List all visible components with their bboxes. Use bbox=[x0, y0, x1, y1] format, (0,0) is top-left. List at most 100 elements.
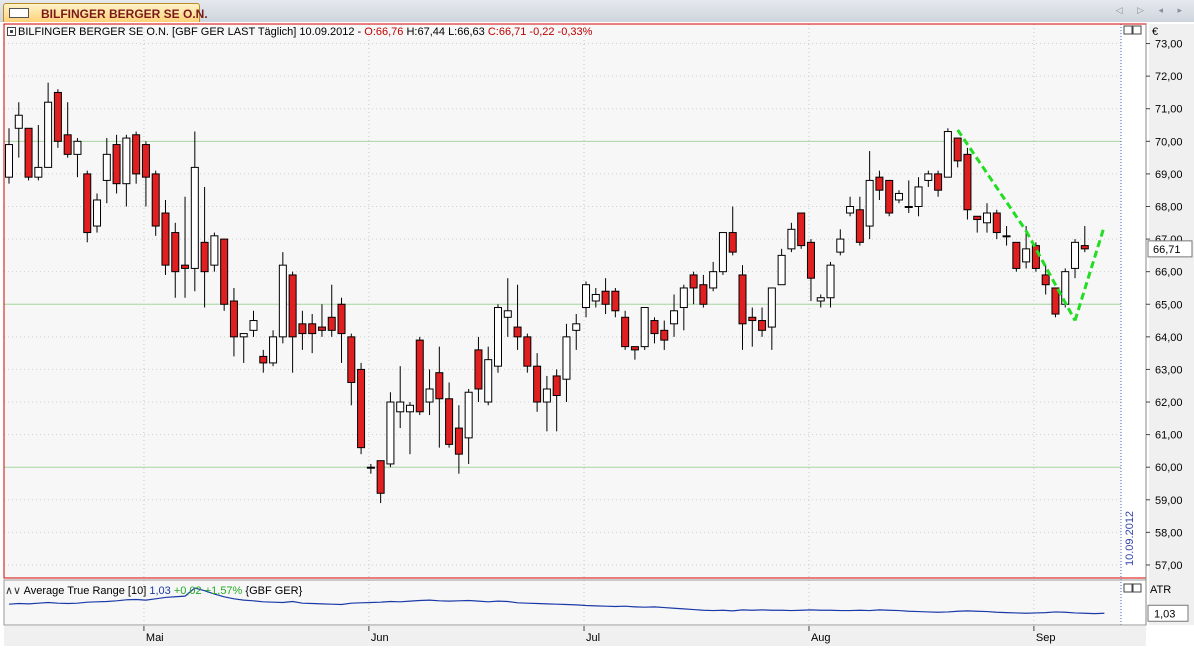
candle-body bbox=[484, 359, 493, 403]
candle-body bbox=[728, 232, 737, 253]
candle-body bbox=[572, 323, 581, 331]
candle-body bbox=[1031, 245, 1040, 269]
x-tick-label: Jun bbox=[371, 632, 389, 644]
candle-body bbox=[269, 336, 278, 364]
candle-body bbox=[904, 205, 913, 208]
y-tick-label: 66,00 bbox=[1155, 267, 1183, 279]
candle-body bbox=[709, 271, 718, 289]
candle-body bbox=[855, 209, 864, 243]
y-tick-label: 63,00 bbox=[1155, 364, 1183, 376]
candle-body bbox=[748, 316, 757, 322]
candle-body bbox=[317, 326, 326, 331]
indicator-icon[interactable]: ∧∨ bbox=[5, 585, 21, 597]
candle-body bbox=[308, 323, 317, 335]
candle-body bbox=[611, 290, 620, 312]
chart-window: 10.09.2012 57,00 58,00 59,00 60,00 61,00 62,00… bbox=[0, 22, 1194, 649]
candle-body bbox=[689, 274, 698, 289]
candle-body bbox=[494, 307, 502, 367]
candle-body bbox=[718, 232, 727, 273]
candle-body bbox=[132, 134, 141, 175]
candle-body bbox=[474, 349, 483, 390]
pane-control-icon bbox=[1132, 583, 1142, 593]
candle-body bbox=[953, 137, 962, 162]
candle-body bbox=[24, 127, 33, 178]
series-settings-icon[interactable] bbox=[7, 27, 16, 36]
candle-body bbox=[5, 144, 13, 178]
candle-body bbox=[934, 173, 943, 191]
y-tick-label: 73,00 bbox=[1155, 39, 1183, 51]
candle-body bbox=[699, 284, 708, 305]
candle-body bbox=[102, 153, 111, 181]
candle-body bbox=[630, 346, 639, 351]
price-pane bbox=[4, 24, 1121, 578]
change-value: -0,22 -0,33% bbox=[529, 26, 593, 38]
candle-body bbox=[454, 427, 463, 455]
candle-body bbox=[34, 166, 43, 178]
candle-body bbox=[14, 114, 23, 129]
candle-body bbox=[1002, 235, 1011, 238]
candle-body bbox=[229, 300, 238, 338]
chart-canvas[interactable]: 10.09.2012 57,00 58,00 59,00 60,00 61,00 62,00… bbox=[0, 22, 1194, 649]
candle-body bbox=[640, 307, 649, 348]
pane-control-icon bbox=[1132, 25, 1142, 35]
candle-body bbox=[161, 212, 170, 266]
candle-body bbox=[758, 320, 767, 331]
tab-bar: BILFINGER BERGER SE O.N. ◁ ▷ ◂ ▸ bbox=[0, 0, 1194, 23]
y-tick-label: 58,00 bbox=[1155, 527, 1183, 539]
candle-body bbox=[435, 372, 444, 400]
candle-body bbox=[992, 212, 1001, 234]
candle-body bbox=[249, 320, 258, 331]
y-tick-label: 71,00 bbox=[1155, 104, 1183, 116]
indicator-name: Average True Range [10] bbox=[23, 585, 147, 597]
candle-body bbox=[181, 264, 190, 269]
candle-body bbox=[826, 264, 835, 299]
x-tick-label: Aug bbox=[811, 632, 831, 644]
y-tick-label: 65,00 bbox=[1155, 299, 1183, 311]
candle-body bbox=[963, 153, 972, 211]
candle-body bbox=[445, 398, 454, 445]
candle-body bbox=[220, 238, 229, 305]
candle-body bbox=[816, 297, 825, 302]
candle-body bbox=[73, 140, 82, 155]
candle-body bbox=[806, 241, 815, 279]
candle-body bbox=[767, 287, 776, 328]
candle-body bbox=[425, 388, 434, 403]
y-tick-label: 69,00 bbox=[1155, 169, 1183, 181]
y-tick-label: 64,00 bbox=[1155, 332, 1183, 344]
candle-body bbox=[386, 401, 395, 465]
y-tick-label: 60,00 bbox=[1155, 462, 1183, 474]
candle-body bbox=[337, 303, 346, 335]
candle-body bbox=[83, 173, 92, 234]
candle-body bbox=[239, 333, 248, 338]
candle-body bbox=[924, 173, 933, 181]
candle-body bbox=[1041, 274, 1050, 286]
candle-body bbox=[298, 323, 307, 335]
candle-body bbox=[670, 310, 679, 325]
x-tick-label: Mai bbox=[146, 632, 164, 644]
candle-body bbox=[1022, 248, 1031, 263]
candle-body bbox=[396, 401, 405, 413]
candle-body bbox=[190, 166, 199, 269]
y-tick-label: 61,00 bbox=[1155, 430, 1183, 442]
candle-body bbox=[601, 290, 610, 305]
candle-body bbox=[347, 336, 356, 383]
candle-body bbox=[210, 235, 219, 266]
indicator-value: 1,03 bbox=[149, 585, 171, 597]
candle-body bbox=[523, 336, 532, 367]
candle-body bbox=[259, 355, 268, 364]
tab-navigation-arrows[interactable]: ◁ ▷ ◂ ▸ bbox=[1116, 5, 1188, 16]
candle-body bbox=[973, 215, 982, 221]
candle-body bbox=[405, 404, 414, 413]
date-marker-label: 10.09.2012 bbox=[1124, 511, 1136, 566]
last-price-label: 66,71 bbox=[1153, 244, 1181, 256]
candle-body bbox=[582, 284, 591, 309]
candle-body bbox=[171, 232, 180, 273]
window-icon bbox=[9, 8, 29, 18]
candle-body bbox=[943, 131, 952, 178]
candle-body bbox=[151, 173, 160, 227]
chart-tab[interactable]: BILFINGER BERGER SE O.N. bbox=[3, 3, 208, 22]
candle-body bbox=[621, 316, 630, 348]
y-tick-label: 57,00 bbox=[1155, 560, 1183, 572]
candle-body bbox=[875, 176, 884, 191]
low-value: L:66,63 bbox=[448, 26, 485, 38]
